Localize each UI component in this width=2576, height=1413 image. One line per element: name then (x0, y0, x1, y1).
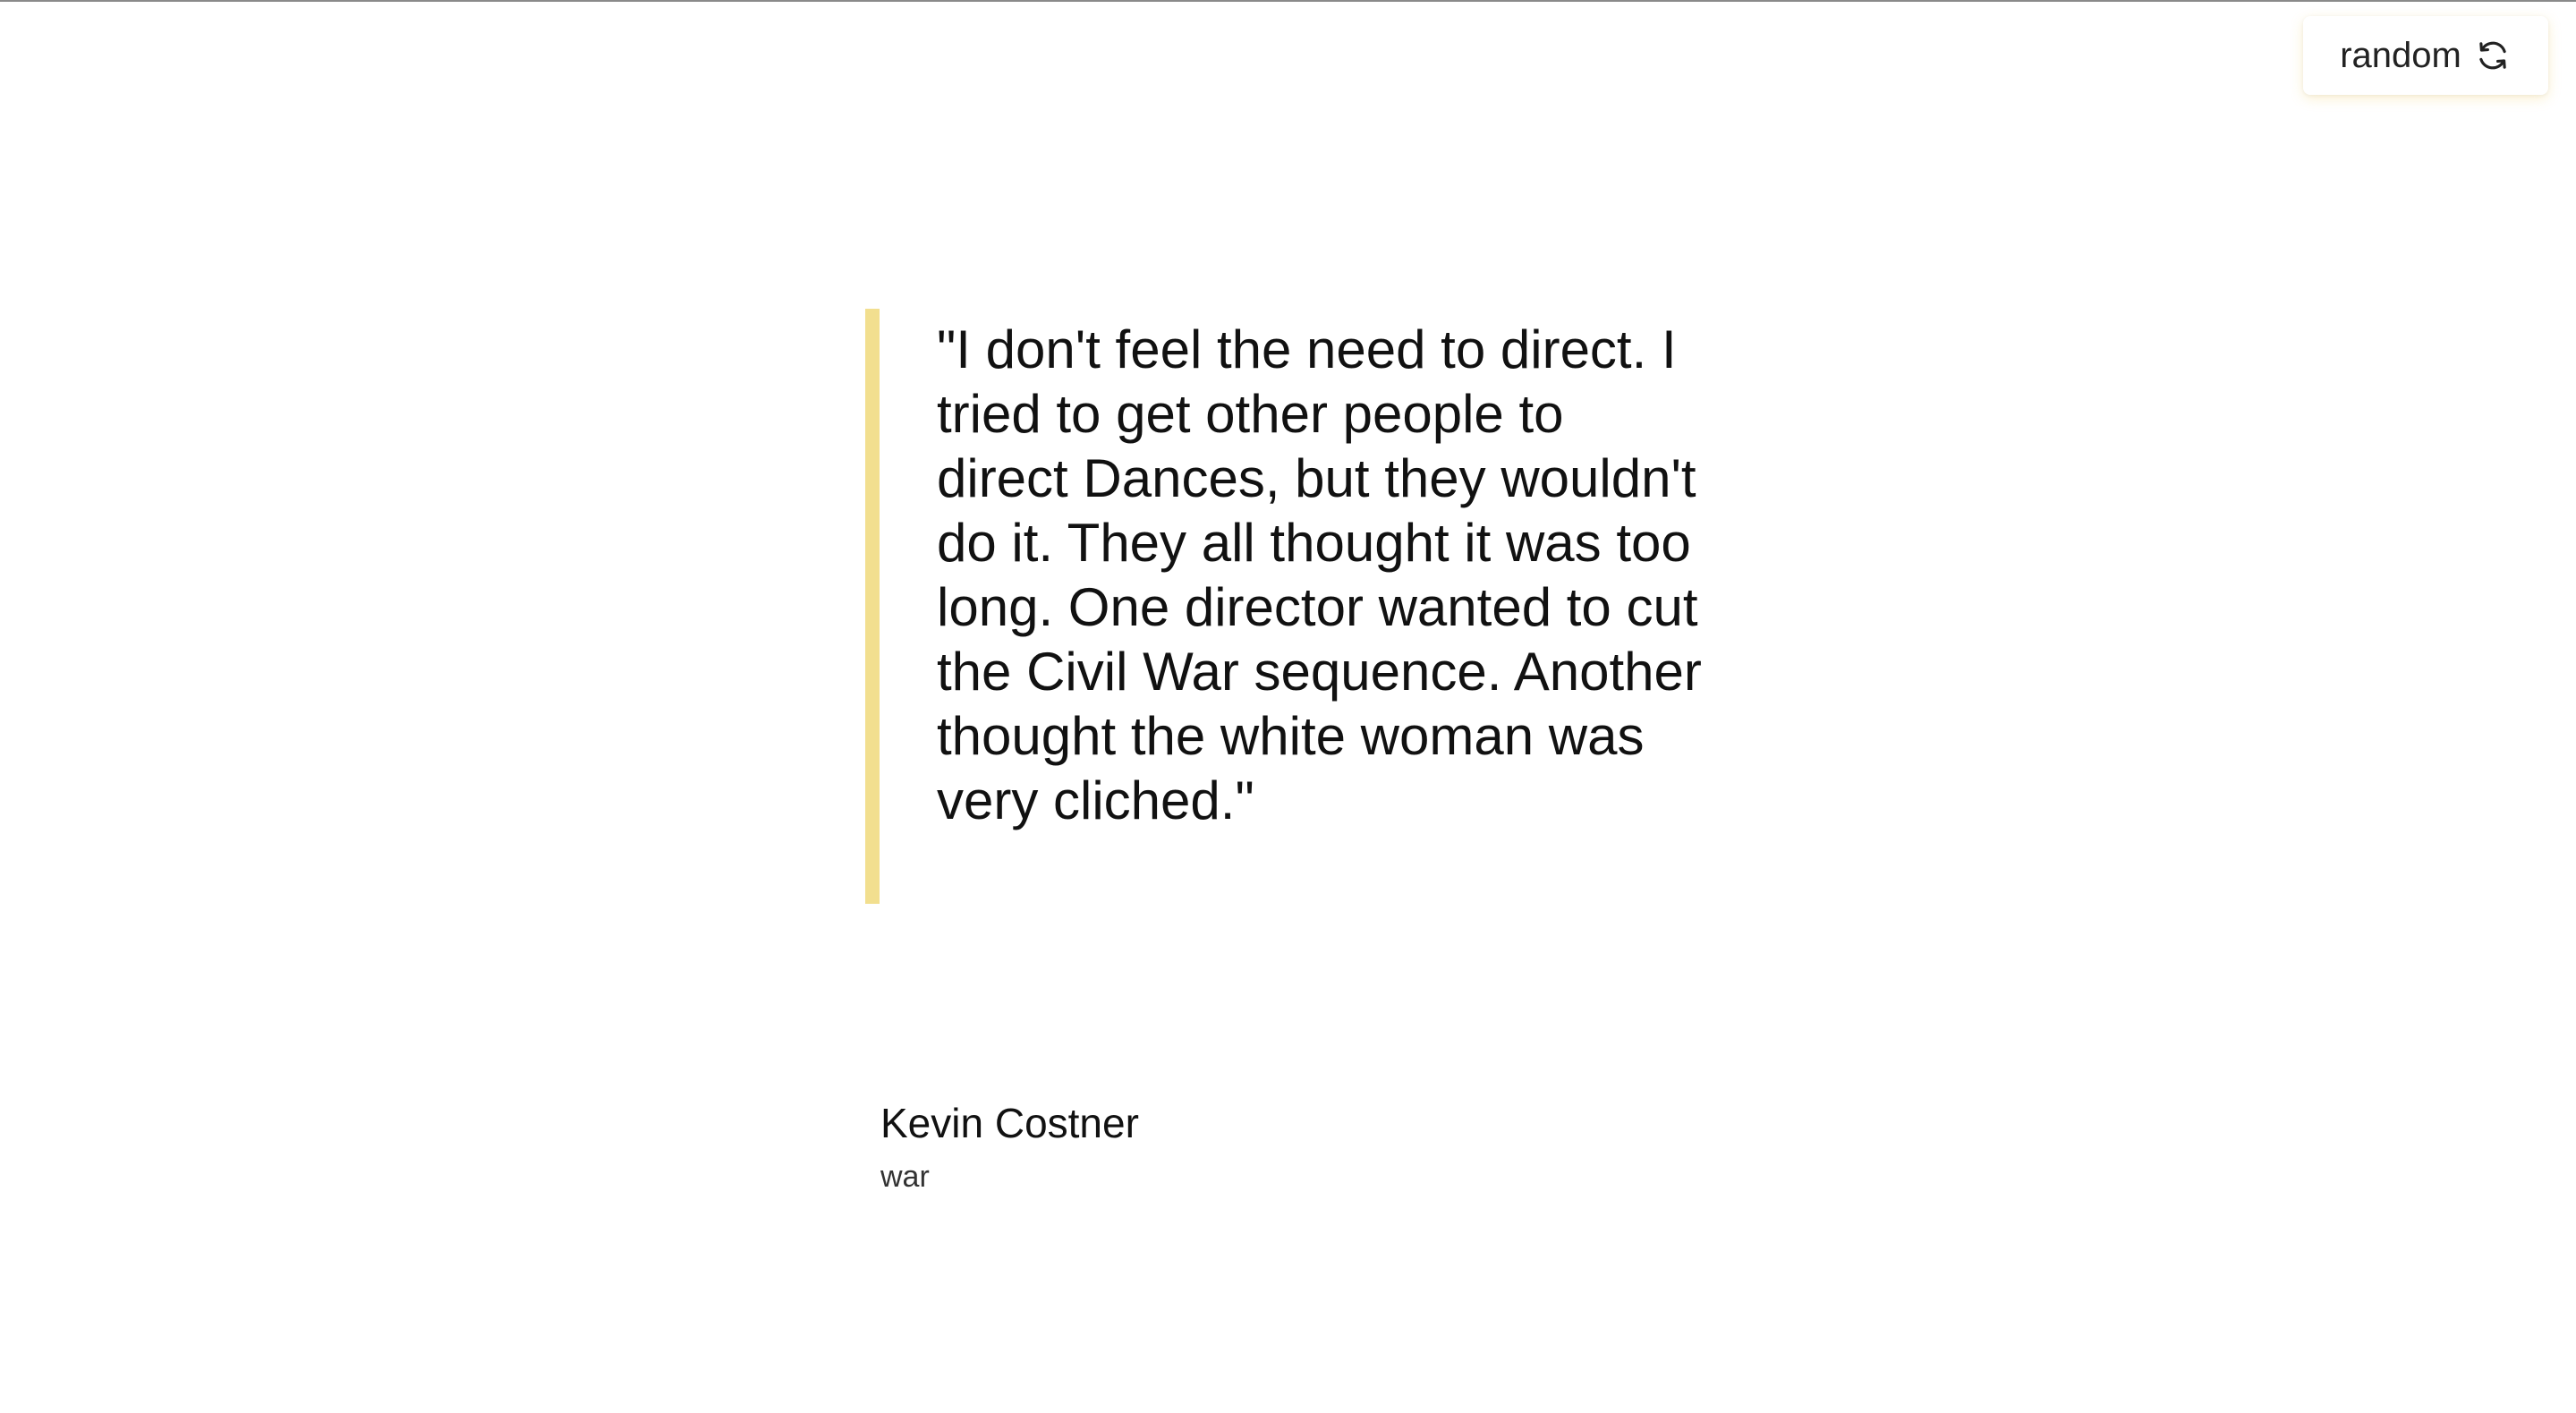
top-divider (0, 0, 2576, 2)
refresh-icon (2474, 37, 2512, 74)
random-quote-button[interactable]: random (2303, 16, 2548, 95)
random-button-label: random (2340, 35, 2461, 75)
quote-block: "I don't feel the need to direct. I trie… (865, 309, 1702, 904)
quote-text: "I don't feel the need to direct. I trie… (937, 319, 1702, 830)
quote-genre: war (880, 1160, 930, 1194)
quote-author: Kevin Costner (880, 1100, 1139, 1146)
